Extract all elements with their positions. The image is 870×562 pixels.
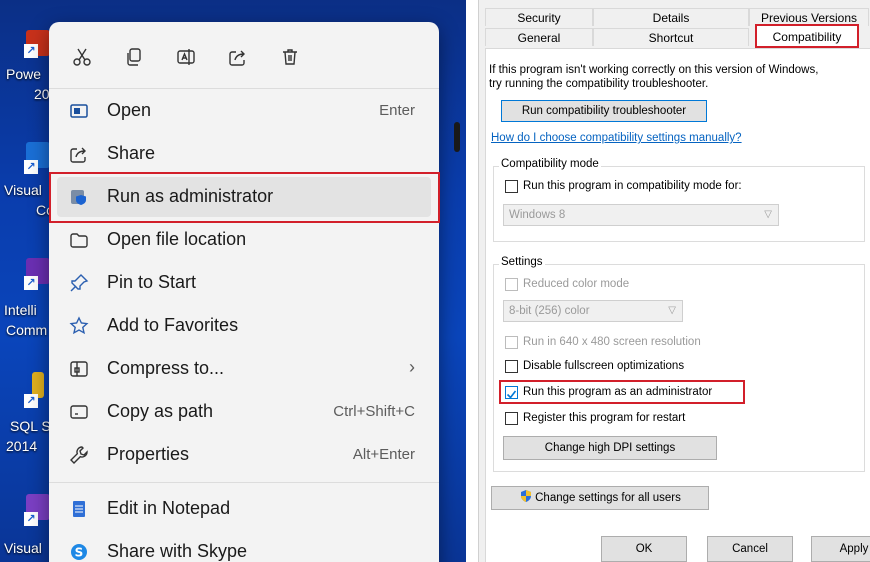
- shortcut-arrow-icon: ↗: [24, 160, 38, 174]
- shortcut-arrow-icon: ↗: [24, 512, 38, 526]
- uac-shield-icon: [521, 490, 532, 502]
- apply-button[interactable]: Apply: [811, 536, 870, 562]
- shortcut-arrow-icon: ↗: [24, 276, 38, 290]
- compat-mode-checkbox[interactable]: [505, 180, 518, 193]
- star-icon: [69, 316, 89, 336]
- select-value: Windows 8: [509, 209, 566, 221]
- desktop-area: ↗ Powe 20 ↗ Visual Cc ↗ Intelli Comm ↗ S…: [0, 0, 466, 562]
- tab-compatibility[interactable]: Compatibility: [755, 24, 859, 48]
- rename-icon[interactable]: [173, 44, 199, 70]
- pin-icon: [69, 273, 89, 293]
- disable-fullscreen-checkbox[interactable]: [505, 360, 518, 373]
- reduced-color-checkbox[interactable]: [505, 278, 518, 291]
- compat-os-select[interactable]: Windows 8 ▽: [503, 204, 779, 226]
- menu-separator: [49, 482, 439, 483]
- chevron-down-icon: ▽: [764, 209, 772, 220]
- chevron-down-icon: ▽: [668, 305, 676, 316]
- menu-item-label: Share: [107, 143, 156, 163]
- select-value: 8-bit (256) color: [509, 305, 590, 317]
- group-label: Settings: [499, 256, 545, 268]
- menu-item-label: Edit in Notepad: [107, 498, 231, 518]
- cut-icon[interactable]: [69, 44, 95, 70]
- checkbox-label: Run this program in compatibility mode f…: [523, 180, 742, 192]
- notepad-icon: [69, 499, 89, 519]
- context-menu: Open Enter Share Run as administrator Op…: [49, 22, 439, 562]
- checkbox-label: Register this program for restart: [523, 412, 686, 424]
- menu-item-shortcut: Ctrl+Shift+C: [333, 403, 415, 420]
- menu-item-compress-to[interactable]: Compress to... ›: [57, 349, 431, 389]
- wrench-icon: [69, 445, 89, 465]
- menu-item-label: Share with Skype: [107, 541, 248, 561]
- folder-icon: [69, 230, 89, 250]
- group-label: Compatibility mode: [499, 158, 601, 170]
- menu-item-label: Pin to Start: [107, 272, 197, 292]
- share-icon: [69, 144, 89, 164]
- menu-item-label: Properties: [107, 444, 190, 464]
- highlight-box: [49, 172, 440, 223]
- shortcut-arrow-icon: ↗: [24, 44, 38, 58]
- intro-text: If this program isn't working correctly …: [489, 64, 819, 76]
- open-icon: [69, 101, 89, 121]
- run-troubleshooter-button[interactable]: Run compatibility troubleshooter: [501, 100, 707, 122]
- menu-item-shortcut: Alt+Enter: [352, 446, 415, 463]
- menu-item-properties[interactable]: Properties Alt+Enter: [57, 435, 431, 475]
- tab-security[interactable]: Security: [485, 8, 593, 26]
- tab-shortcut[interactable]: Shortcut: [593, 28, 749, 46]
- tab-details[interactable]: Details: [593, 8, 749, 26]
- skype-icon: S: [69, 542, 89, 562]
- menu-item-label: Open: [107, 100, 152, 120]
- menu-item-label: Open file location: [107, 229, 247, 249]
- menu-item-add-to-favorites[interactable]: Add to Favorites: [57, 306, 431, 346]
- menu-item-label: Copy as path: [107, 401, 214, 421]
- copy-icon[interactable]: [121, 44, 147, 70]
- checkbox-label: Disable fullscreen optimizations: [523, 360, 685, 372]
- register-restart-checkbox[interactable]: [505, 412, 518, 425]
- menu-item-share-with-skype[interactable]: S Share with Skype: [57, 532, 431, 562]
- copy-path-icon: [69, 402, 89, 422]
- cancel-button[interactable]: Cancel: [707, 536, 793, 562]
- menu-item-shortcut: Enter: [379, 102, 415, 119]
- menu-item-copy-as-path[interactable]: Copy as path Ctrl+Shift+C: [57, 392, 431, 432]
- menu-item-pin-to-start[interactable]: Pin to Start: [57, 263, 431, 303]
- tab-general[interactable]: General: [485, 28, 593, 46]
- checkbox-label: Reduced color mode: [523, 278, 630, 290]
- shortcut-arrow-icon: ↗: [24, 394, 38, 408]
- manual-settings-link[interactable]: How do I choose compatibility settings m…: [491, 132, 742, 144]
- svg-text:S: S: [75, 546, 84, 560]
- chevron-right-icon: ›: [409, 357, 415, 377]
- menu-separator: [49, 88, 439, 89]
- menu-item-label: Add to Favorites: [107, 315, 239, 335]
- menu-item-open[interactable]: Open Enter: [57, 91, 431, 131]
- menu-item-edit-in-notepad[interactable]: Edit in Notepad: [57, 489, 431, 529]
- scrollbar-thumb[interactable]: [454, 122, 460, 152]
- menu-item-share[interactable]: Share: [57, 134, 431, 174]
- highlight-box: [499, 380, 745, 404]
- delete-icon[interactable]: [277, 44, 303, 70]
- change-dpi-button[interactable]: Change high DPI settings: [503, 436, 717, 460]
- change-all-users-button[interactable]: Change settings for all users: [491, 486, 709, 510]
- ok-button[interactable]: OK: [601, 536, 687, 562]
- checkbox-label: Run in 640 x 480 screen resolution: [523, 336, 701, 348]
- button-label: Change settings for all users: [535, 492, 681, 504]
- properties-dialog: Security Details Previous Versions Gener…: [478, 0, 870, 562]
- share-icon[interactable]: [225, 44, 251, 70]
- menu-item-label: Compress to...: [107, 358, 225, 378]
- menu-item-open-file-location[interactable]: Open file location: [57, 220, 431, 260]
- intro-text: try running the compatibility troublesho…: [489, 78, 709, 90]
- color-depth-select[interactable]: 8-bit (256) color ▽: [503, 300, 683, 322]
- resolution-640-checkbox[interactable]: [505, 336, 518, 349]
- zip-icon: [69, 359, 89, 379]
